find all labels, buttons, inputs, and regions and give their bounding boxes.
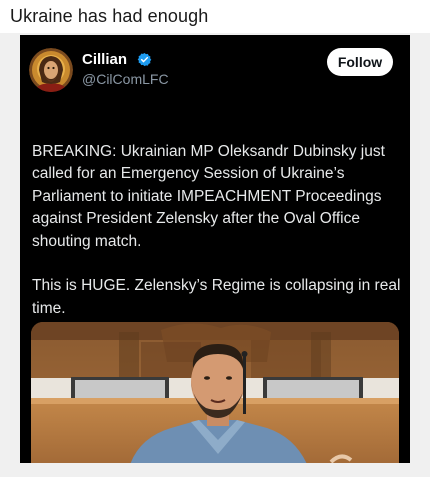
follow-button[interactable]: Follow (327, 48, 393, 76)
post-title: Ukraine has had enough (10, 6, 209, 26)
tweet-photo[interactable] (31, 322, 399, 463)
avatar-image (29, 48, 73, 92)
tweet-paragraph-1-text: BREAKING: Ukrainian MP Oleksandr Dubinsk… (32, 142, 385, 250)
author-name[interactable]: Cillian (82, 51, 127, 68)
tweet-text: BREAKING: Ukrainian MP Oleksandr Dubinsk… (32, 118, 404, 320)
avatar[interactable] (29, 48, 73, 92)
author-handle[interactable]: @CilComLFC (82, 71, 169, 87)
page: Ukraine has had enough Cillian @CilComLF… (0, 0, 430, 477)
tweet-card[interactable]: Cillian @CilComLFC Follow BREAKING: Ukra… (20, 35, 410, 463)
tweet-paragraph-1 (32, 118, 404, 141)
ukraine-flag-icon (32, 121, 51, 134)
verified-badge-icon (137, 52, 152, 67)
tweet-photo-image (31, 322, 399, 463)
tweet-paragraph-2: This is HUGE. Zelensky’s Regime is colla… (32, 277, 401, 317)
